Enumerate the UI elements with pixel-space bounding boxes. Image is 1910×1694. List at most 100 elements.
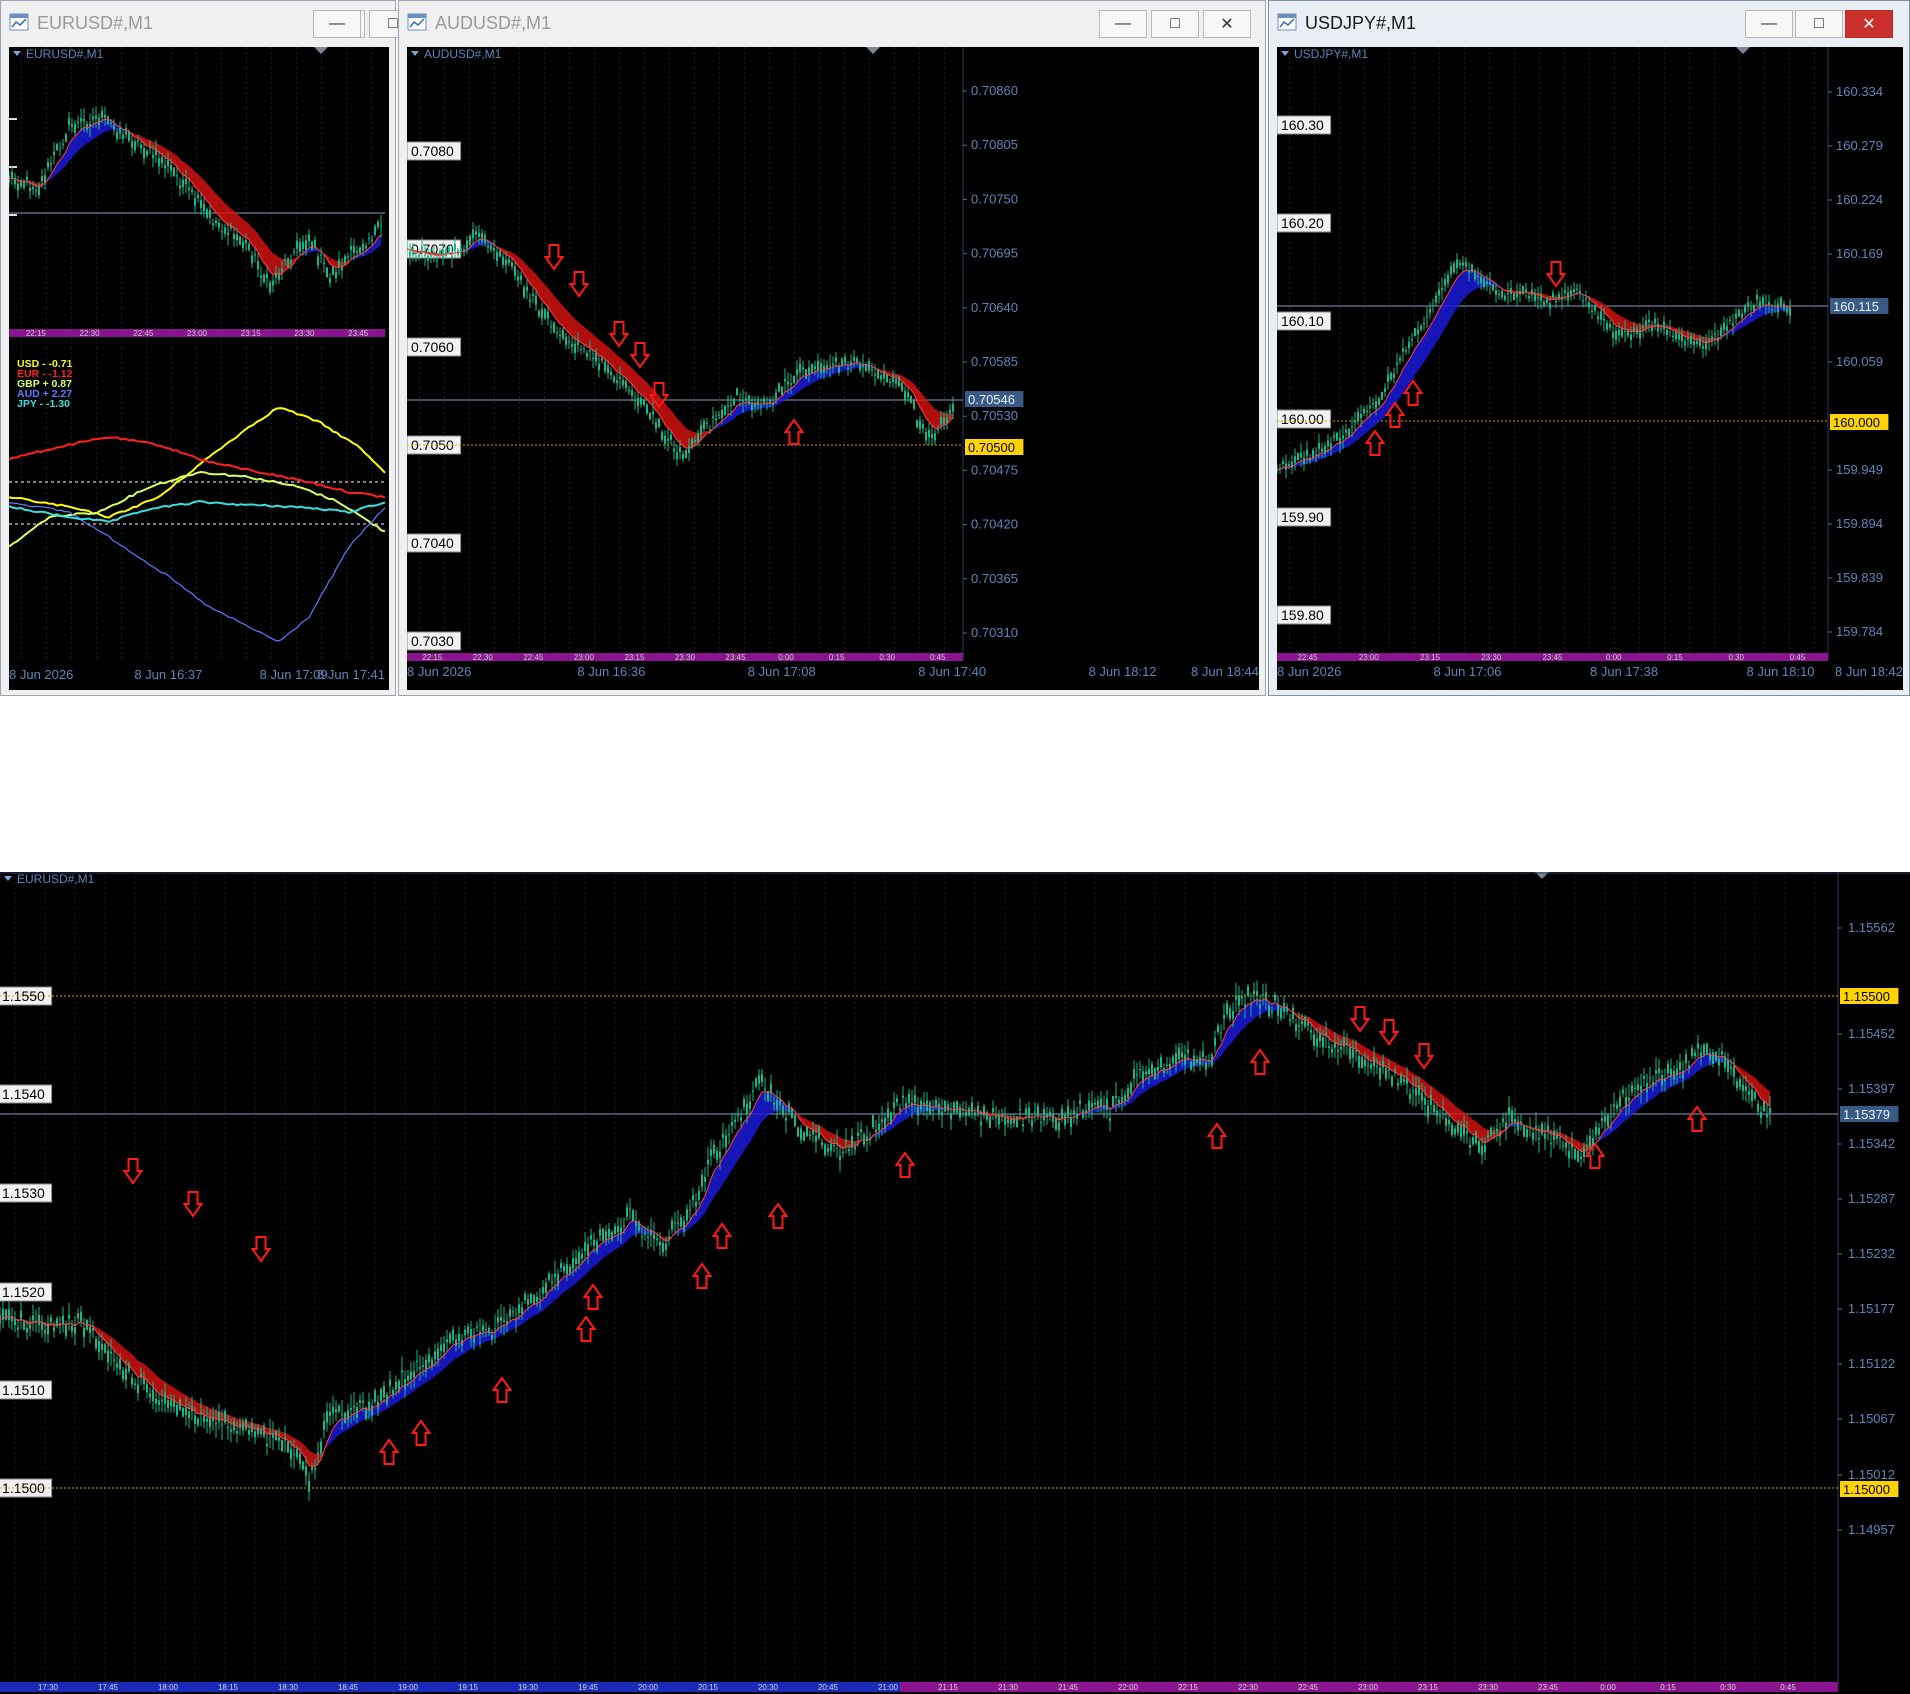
candle-body [635, 1221, 637, 1226]
restore-button[interactable]: □ [1795, 10, 1843, 38]
symbol-label: AUDUSD#,M1 [424, 47, 502, 61]
candle-body [545, 1282, 547, 1294]
candle-body [1694, 1052, 1696, 1057]
candle-body [790, 383, 792, 385]
candle-body [578, 1252, 580, 1264]
candle-body [427, 256, 429, 261]
candle-body [1471, 264, 1473, 272]
candle-body [1763, 1101, 1765, 1112]
candle-body [188, 187, 190, 190]
candle-body [805, 369, 807, 379]
minimize-button[interactable]: — [313, 10, 361, 38]
window-audusd[interactable]: AUDUSD#,M1 — □ ✕ AUDUSD#,M1 0.70860 0.7080… [398, 0, 1266, 696]
candle-body [950, 1113, 952, 1120]
candle-body [179, 1399, 181, 1410]
candle-body [68, 118, 70, 126]
ma-ribbon [932, 405, 935, 429]
candle-body [326, 267, 328, 278]
price-axis-label: 160.059 [1836, 354, 1883, 369]
candle-body [734, 1119, 736, 1123]
candle-body [1544, 1133, 1546, 1139]
candle-body [359, 247, 361, 254]
candle-body [284, 259, 286, 261]
candle-body [227, 233, 229, 235]
ma-ribbon [195, 171, 198, 190]
candle-body [1693, 341, 1695, 345]
chart-window-icon [9, 13, 29, 31]
candle-body [1643, 1076, 1645, 1079]
candle-body [347, 256, 349, 258]
candle-body [1007, 1119, 1009, 1123]
candle-body [278, 1437, 280, 1441]
candle-body [350, 1408, 352, 1410]
candle-body [143, 148, 145, 158]
candle-body [625, 381, 627, 388]
candle-body [497, 1317, 499, 1323]
candle-body [803, 1132, 805, 1141]
candle-body [778, 383, 780, 392]
candle-body [1498, 293, 1500, 296]
candle-body [260, 275, 262, 278]
candle-body [1274, 994, 1276, 1001]
candle-body [1333, 435, 1335, 438]
chart-area[interactable]: EURUSD#,M1 22:15 22:30 22:45 23:00 23:15 23:30… [9, 47, 389, 690]
candle-body [173, 167, 175, 177]
time-strip-label: 23:15 [624, 653, 645, 662]
candle-body [925, 432, 927, 441]
candle-body [1615, 330, 1617, 340]
minimize-button[interactable]: — [1099, 10, 1147, 38]
candle-body [1423, 323, 1425, 325]
level-price-tag: 1.15500 [1843, 989, 1890, 1004]
time-strip-label: 0:45 [930, 653, 946, 662]
candle-body [50, 1317, 52, 1322]
price-axis-label: 0.70640 [971, 300, 1018, 315]
candle-body [824, 1144, 826, 1156]
candle-body [938, 1103, 940, 1115]
candle-body [583, 348, 585, 350]
candle-body [1588, 301, 1590, 308]
candle-body [1378, 398, 1380, 405]
candle-body [496, 252, 498, 262]
candle-body [880, 375, 882, 380]
chart-area[interactable]: AUDUSD#,M1 0.70860 0.70805 0.70750 0.70695 0.… [407, 47, 1259, 690]
candle-body [458, 1333, 460, 1342]
candle-body [1396, 362, 1398, 365]
eurusd-large-chart-area[interactable]: EURUSD#,M1 1.15562 1.15452 1.15397 1.15342 1.… [0, 872, 1910, 1694]
candle-body [53, 151, 55, 155]
candle-body [710, 1149, 712, 1156]
candle-body [1100, 1098, 1102, 1106]
window-eurusd-small[interactable]: EURUSD#,M1 — — □ ✕ EURUSD#,M122:1522:302… [0, 0, 417, 696]
candle-body [278, 272, 280, 280]
candle-body [1603, 318, 1605, 321]
candle-body [1565, 1142, 1567, 1148]
close-button[interactable]: ✕ [1203, 10, 1251, 38]
candle-body [110, 122, 112, 124]
chart-area[interactable]: USDJPY#,M1 160.334 160.279 160.224 160.169 16… [1277, 47, 1903, 690]
candle-body [742, 400, 744, 402]
candle-body [62, 143, 64, 145]
candle-body [871, 369, 873, 371]
candle-body [1595, 1126, 1597, 1135]
candle-body [1214, 1037, 1216, 1046]
candle-body [1568, 1150, 1570, 1159]
candle-body [1061, 1108, 1063, 1118]
date-label: 8 Jun 16:37 [134, 667, 202, 682]
candle-body [1133, 1069, 1135, 1079]
close-button[interactable]: ✕ [1845, 10, 1893, 38]
candle-body [203, 1416, 205, 1422]
candle-body [1390, 373, 1392, 380]
minimize-button[interactable]: — [1745, 10, 1793, 38]
date-label: 8 Jun 2026 [1277, 664, 1341, 679]
candle-body [305, 1466, 307, 1476]
candle-body [1624, 330, 1626, 332]
candle-body [503, 1320, 505, 1322]
candle-body [931, 434, 933, 438]
candle-body [409, 251, 411, 257]
time-strip-label: 22:45 [523, 653, 544, 662]
candle-body [1730, 1066, 1732, 1069]
candle-body [1504, 295, 1506, 300]
restore-button[interactable]: □ [1151, 10, 1199, 38]
window-usdjpy[interactable]: USDJPY#,M1 — □ ✕ USDJPY#,M1 160.334 160.27… [1268, 0, 1910, 696]
candle-body [287, 1441, 289, 1453]
time-strip-label: 0:00 [1606, 653, 1622, 662]
